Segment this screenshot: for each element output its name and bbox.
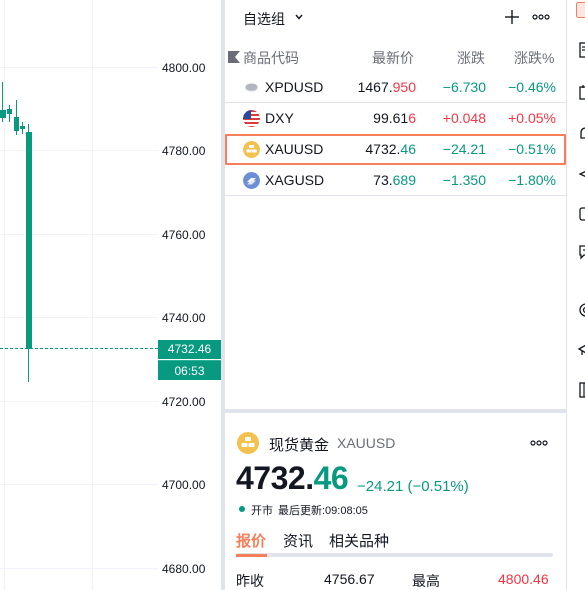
- row-change-pct: +0.05%: [508, 110, 556, 126]
- row-change-pct: −0.46%: [508, 79, 556, 95]
- instrument-price: 4732.46: [236, 460, 349, 497]
- active-tab-indicator: [236, 554, 267, 557]
- flag-icon[interactable]: [227, 50, 241, 64]
- candle: [14, 100, 19, 135]
- watchlist-active-icon[interactable]: [576, 2, 585, 18]
- candle: [26, 124, 32, 382]
- last-price-tail: 46: [400, 141, 416, 157]
- gold-icon: [243, 141, 260, 158]
- row-last-price: 73.689: [373, 172, 416, 188]
- watchlist-header: 自选组: [225, 0, 566, 36]
- notes-icon[interactable]: [577, 206, 585, 222]
- us-flag-icon: [243, 110, 260, 127]
- row-change-pct: −0.51%: [508, 141, 556, 157]
- price-main: 4732.: [236, 460, 314, 496]
- market-status-dot: [239, 506, 245, 512]
- stat-value-high: 4800.46: [498, 571, 549, 587]
- candlestick-series: [0, 82, 32, 382]
- row-symbol: XPDUSD: [265, 79, 324, 95]
- watchlist-title[interactable]: 自选组: [243, 9, 285, 29]
- candle: [20, 122, 25, 134]
- row-last-price: 1467.950: [358, 79, 416, 95]
- row-change: +0.048: [442, 110, 486, 126]
- stat-label-high: 最高: [412, 573, 440, 589]
- last-price-main: 99.61: [373, 110, 409, 126]
- tab-news[interactable]: 资讯: [283, 530, 313, 551]
- price-axis-tick: 4780.00: [162, 144, 206, 158]
- watchlist-row-xagusd[interactable]: XAGUSD 73.689 −1.350 −1.80%: [225, 165, 566, 196]
- row-change: −1.350: [442, 172, 486, 188]
- price-axis-tick: 4740.00: [162, 311, 206, 325]
- instrument-change: −24.21 (−0.51%): [357, 478, 469, 495]
- tab-related[interactable]: 相关品种: [329, 530, 389, 551]
- instrument-name: 现货黄金: [269, 437, 330, 454]
- row-change: −6.730: [442, 79, 486, 95]
- column-header-symbol[interactable]: 商品代码: [243, 48, 299, 68]
- last-updated: 最后更新:09:08:05: [278, 505, 368, 517]
- add-symbol-icon[interactable]: [503, 8, 521, 26]
- watchlist-row-xauusd[interactable]: XAUUSD 4732.46 −24.21 −0.51%: [225, 134, 566, 165]
- last-price-tail: 950: [392, 79, 416, 95]
- price-axis-tick: 4760.00: [162, 228, 206, 242]
- target-icon[interactable]: [577, 302, 585, 318]
- last-price-label: 4732.46: [158, 340, 221, 359]
- education-icon[interactable]: [577, 342, 585, 358]
- last-price-tail: 6: [408, 110, 416, 126]
- stat-value-prev-close: 4756.67: [324, 571, 375, 587]
- chevron-down-icon[interactable]: [295, 13, 303, 21]
- palladium-icon: [245, 83, 258, 92]
- row-symbol: XAUUSD: [265, 141, 324, 157]
- row-change: −24.21: [442, 141, 486, 157]
- price-axis-tick: 4720.00: [162, 395, 206, 409]
- row-last-price: 99.616: [373, 110, 416, 126]
- last-price-main: 73.: [373, 172, 393, 188]
- row-change-pct: −1.80%: [508, 172, 556, 188]
- tab-quote[interactable]: 报价: [236, 530, 266, 551]
- row-symbol: DXY: [265, 110, 294, 126]
- price-axis-tick: 4800.00: [162, 61, 206, 75]
- candle: [7, 105, 12, 122]
- row-last-price: 4732.46: [365, 141, 416, 157]
- right-toolbar: [566, 0, 585, 590]
- market-status: 开市: [251, 505, 273, 517]
- grid-icon[interactable]: [577, 382, 585, 398]
- watchlist-row-xpdusd[interactable]: XPDUSD 1467.950 −6.730 −0.46%: [225, 72, 566, 103]
- column-header-last[interactable]: 最新价: [372, 48, 414, 68]
- last-price-line: [0, 348, 158, 349]
- watchlist-panel: 自选组 商品代码 最新价 涨跌 涨跌% XPDUSD 1467.950 −6.7…: [225, 0, 566, 590]
- row-symbol: XAGUSD: [265, 172, 325, 188]
- calendar-icon[interactable]: [577, 84, 585, 100]
- more-options-icon[interactable]: [531, 8, 551, 26]
- chat-icon[interactable]: [577, 244, 585, 260]
- tab-track: [236, 553, 553, 557]
- row-divider: [225, 195, 566, 196]
- stat-label-prev-close: 昨收: [236, 573, 264, 589]
- app-root: 4800.00 4780.00 4760.00 4740.00 4720.00 …: [0, 0, 585, 590]
- candle: [0, 82, 6, 122]
- last-price-main: 4732.: [365, 141, 401, 157]
- column-header-change[interactable]: 涨跌: [457, 48, 485, 68]
- price-decimals: 46: [313, 460, 349, 496]
- alert-bell-icon[interactable]: [577, 126, 585, 142]
- bar-countdown-label: 06:53: [158, 360, 221, 380]
- instrument-symbol: XAUUSD: [337, 435, 396, 451]
- watchlist-row-dxy[interactable]: DXY 99.616 +0.048 +0.05%: [225, 103, 566, 134]
- price-axis-tick: 4700.00: [162, 478, 206, 492]
- price-chart[interactable]: 4800.00 4780.00 4760.00 4740.00 4720.00 …: [0, 0, 222, 590]
- last-price-tail: 689: [392, 172, 416, 188]
- details-splitter[interactable]: [225, 409, 566, 413]
- column-header-change-pct[interactable]: 涨跌%: [514, 48, 554, 68]
- last-price-main: 1467.: [357, 79, 393, 95]
- details-icon[interactable]: [577, 42, 585, 58]
- gold-icon: [237, 432, 259, 454]
- silver-icon: [243, 172, 260, 189]
- more-options-icon[interactable]: [529, 437, 549, 449]
- price-axis-tick: 4680.00: [162, 562, 206, 576]
- layers-icon[interactable]: [577, 166, 585, 182]
